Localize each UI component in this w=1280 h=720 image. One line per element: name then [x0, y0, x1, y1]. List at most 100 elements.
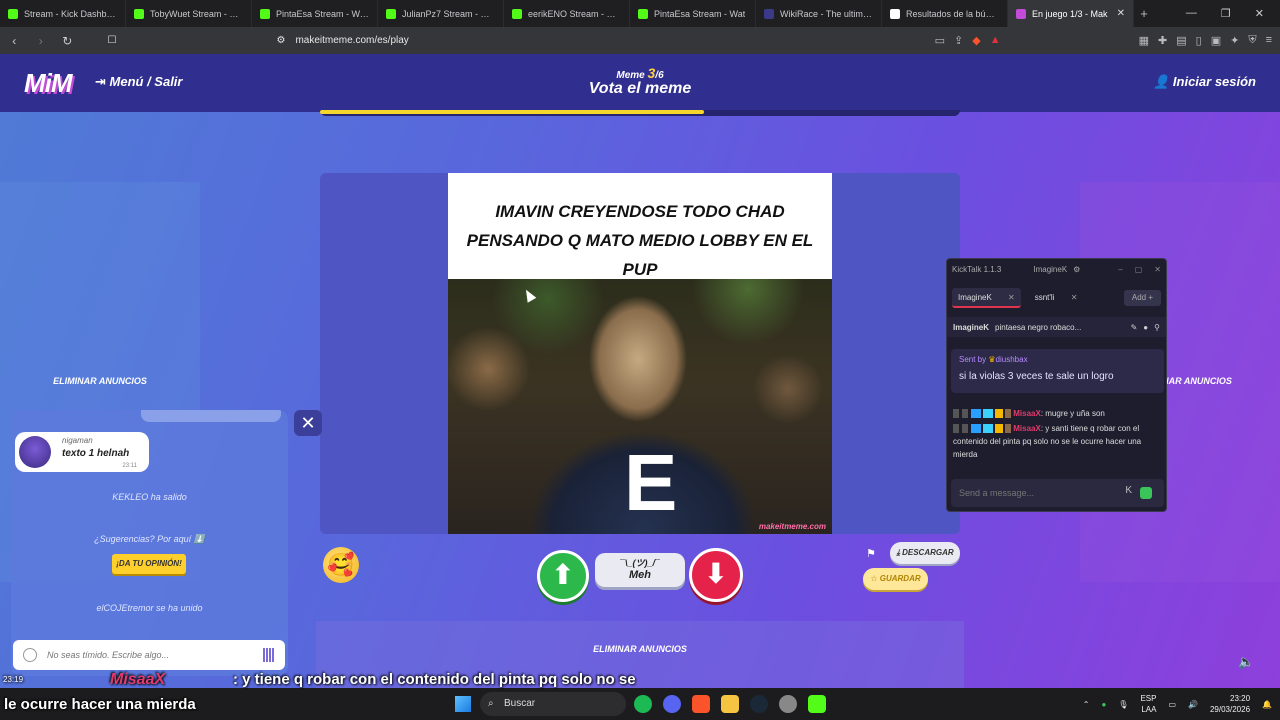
kick-emote-icon[interactable]: K	[1125, 485, 1132, 496]
vpn-icon[interactable]: ⛨	[1248, 34, 1256, 47]
address-bar[interactable]: ☐ ⚙ makeitmeme.com/es/play	[108, 30, 921, 52]
notification-icon[interactable]: 🔔	[1262, 700, 1272, 709]
leo-ai-icon[interactable]: ✦	[1230, 34, 1239, 47]
close-window-icon[interactable]: ✕	[1255, 7, 1264, 20]
minimize-icon[interactable]: —	[1186, 7, 1197, 20]
new-tab-button[interactable]: +	[1134, 6, 1154, 21]
maximize-icon[interactable]: ▢	[1135, 265, 1143, 274]
obs-icon[interactable]	[779, 695, 797, 713]
file-explorer-icon[interactable]	[721, 695, 739, 713]
browser-tab[interactable]: eerikENO Stream - Watch	[504, 0, 630, 27]
login-link[interactable]: 👤 Iniciar sesión	[1153, 74, 1256, 90]
kicktalk-titlebar: KickTalk 1.1.3 ImagineK ⚙ – ▢ ✕	[947, 259, 1166, 279]
url-text[interactable]: makeitmeme.com/es/play	[295, 35, 408, 46]
browser-tab-label: PintaEsa Stream - Wat	[654, 8, 746, 19]
browser-tab[interactable]: WikiRace - The ultimative	[756, 0, 882, 27]
list-item: MisaaX: mugre y uña son	[953, 407, 1163, 420]
kicktalk-profile[interactable]: ImagineK	[1033, 265, 1067, 274]
status-dot-icon[interactable]: ●	[1101, 700, 1106, 709]
browser-tab-label: Resultados de la búsqued	[906, 8, 999, 19]
chat-input[interactable]	[47, 646, 257, 664]
share-icon[interactable]: ⇪	[954, 34, 963, 47]
remove-ads-link-left[interactable]: ELIMINAR ANUNCIOS	[0, 376, 200, 386]
overlay-line-1: 23:19 MisaaX : y tiene q robar con el co…	[0, 667, 700, 692]
kicktalk-tab-ssntli[interactable]: ssnt'li ✕	[1029, 288, 1084, 308]
save-button[interactable]: ☆ GUARDAR	[863, 568, 928, 590]
mic-icon[interactable]: 🎙	[1118, 700, 1128, 709]
user-badges	[953, 424, 1011, 434]
remove-ads-link-bottom[interactable]: ELIMINAR ANUNCIOS	[316, 644, 964, 654]
audio-icon[interactable]	[263, 648, 275, 662]
close-icon: ✕	[300, 413, 316, 433]
meh-button[interactable]: ¯\_(ツ)_/¯ Meh	[595, 553, 685, 587]
browser-toolbar: ‹ › ↻ ☐ ⚙ makeitmeme.com/es/play ▭ ⇪ ◆ ▲…	[0, 27, 1280, 54]
language-indicator[interactable]: ESP LAA	[1140, 693, 1156, 715]
downvote-button[interactable]: ⬇	[689, 548, 743, 602]
forward-icon[interactable]: ›	[35, 34, 48, 48]
close-icon[interactable]: ✕	[1154, 265, 1161, 274]
extension-icon[interactable]: ▦	[1139, 34, 1149, 47]
kicktalk-input-bar: K	[951, 479, 1164, 507]
back-icon[interactable]: ‹	[8, 34, 21, 48]
sidebar-icon[interactable]: ▯	[1196, 34, 1202, 47]
reaction-emoji-button[interactable]: 🥰	[323, 547, 359, 583]
kick-icon	[260, 8, 270, 19]
browser-tab[interactable]: JulianPz7 Stream - Watch	[378, 0, 504, 27]
kicktalk-window: KickTalk 1.1.3 ImagineK ⚙ – ▢ ✕ ImagineK…	[946, 258, 1167, 512]
close-chat-button[interactable]: ✕	[294, 410, 322, 436]
chevron-up-icon[interactable]: ⌃	[1083, 700, 1090, 709]
toolbar-icons: ▭ ⇪ ◆ ▲ ▦ ✚ ▤ ▯ ▣ ✦ ⛨ ≡	[935, 34, 1272, 47]
wallet-icon[interactable]: ▣	[1211, 34, 1221, 47]
site-info-icon[interactable]: ⚙	[276, 35, 285, 46]
minimize-icon[interactable]: –	[1118, 265, 1122, 274]
menu-icon[interactable]: ≡	[1266, 34, 1272, 47]
rewards-icon[interactable]: ▲	[990, 34, 1001, 47]
kicktalk-tab-label: ImagineK	[958, 293, 992, 302]
flag-icon[interactable]: ⚑	[866, 547, 876, 560]
save-label: GUARDAR	[879, 574, 921, 583]
browser-tab[interactable]: En juego 1/3 - Mak ✕	[1008, 0, 1134, 27]
kicktalk-msg-user[interactable]: MisaaX	[1013, 424, 1041, 433]
close-icon[interactable]: ✕	[1071, 293, 1078, 302]
browser-tab[interactable]: Resultados de la búsqued	[882, 0, 1008, 27]
close-tab-icon[interactable]: ✕	[1117, 8, 1125, 19]
browser-tab-label: Stream - Kick Dashboard	[24, 8, 117, 19]
kick-icon[interactable]	[808, 695, 826, 713]
steam-icon[interactable]	[750, 695, 768, 713]
give-opinion-button[interactable]: ¡DA TU OPINIÓN!	[112, 554, 186, 574]
browser-tab[interactable]: PintaEsa Stream - Wat	[630, 0, 756, 27]
reload-icon[interactable]: ↻	[61, 34, 74, 48]
kicktalk-msg-user[interactable]: MisaaX	[1013, 409, 1041, 418]
tools-icon[interactable]: ✎	[1131, 323, 1138, 332]
kicktalk-tab-imaginek[interactable]: ImagineK ✕	[952, 288, 1021, 308]
upvote-button[interactable]: ⬆	[537, 550, 589, 602]
volume-icon[interactable]: 🔊	[1188, 700, 1198, 709]
emote-picker-icon[interactable]	[1140, 487, 1152, 499]
settings-gear-icon[interactable]: ⚙	[1073, 265, 1080, 274]
network-icon[interactable]: ▭	[1168, 700, 1176, 709]
tab-search-icon[interactable]: ▤	[1176, 34, 1186, 47]
speaker-icon[interactable]: 🔈	[1238, 654, 1256, 670]
emoji-icon[interactable]	[23, 648, 37, 662]
browser-tab[interactable]: TobyWuet Stream - Watch	[126, 0, 252, 27]
kicktalk-add-button[interactable]: Add +	[1123, 290, 1161, 306]
kicktalk-reply-text: si la violas 3 veces te sale un logro	[959, 371, 1114, 382]
brave-shield-icon[interactable]: ◆	[972, 34, 980, 47]
puzzle-icon[interactable]: ✚	[1158, 34, 1167, 47]
kicktalk-header-user: ImagineK	[953, 322, 990, 332]
browser-tab[interactable]: Stream - Kick Dashboard	[0, 0, 126, 27]
browser-tab[interactable]: PintaEsa Stream - Watch Li	[252, 0, 378, 27]
browser-tab-label: En juego 1/3 - Mak	[1032, 8, 1108, 19]
download-button[interactable]: ⤓ DESCARGAR	[890, 542, 960, 564]
cast-icon[interactable]: ▭	[935, 34, 945, 47]
taskbar-clock[interactable]: 23:20 29/03/2026	[1210, 693, 1250, 715]
user-icon[interactable]: ●	[1143, 323, 1148, 332]
pin-icon[interactable]: ⚲	[1154, 323, 1160, 332]
close-icon[interactable]: ✕	[1008, 293, 1015, 302]
bookmark-icon[interactable]: ☐	[108, 35, 117, 46]
arrow-down-icon: ⬇	[704, 558, 728, 589]
kicktalk-message-input[interactable]	[959, 485, 1109, 501]
restore-icon[interactable]: ❐	[1221, 7, 1231, 20]
chat-joined-notice: elCOJEtremor se ha unido	[96, 603, 203, 613]
kick-icon	[512, 8, 522, 19]
